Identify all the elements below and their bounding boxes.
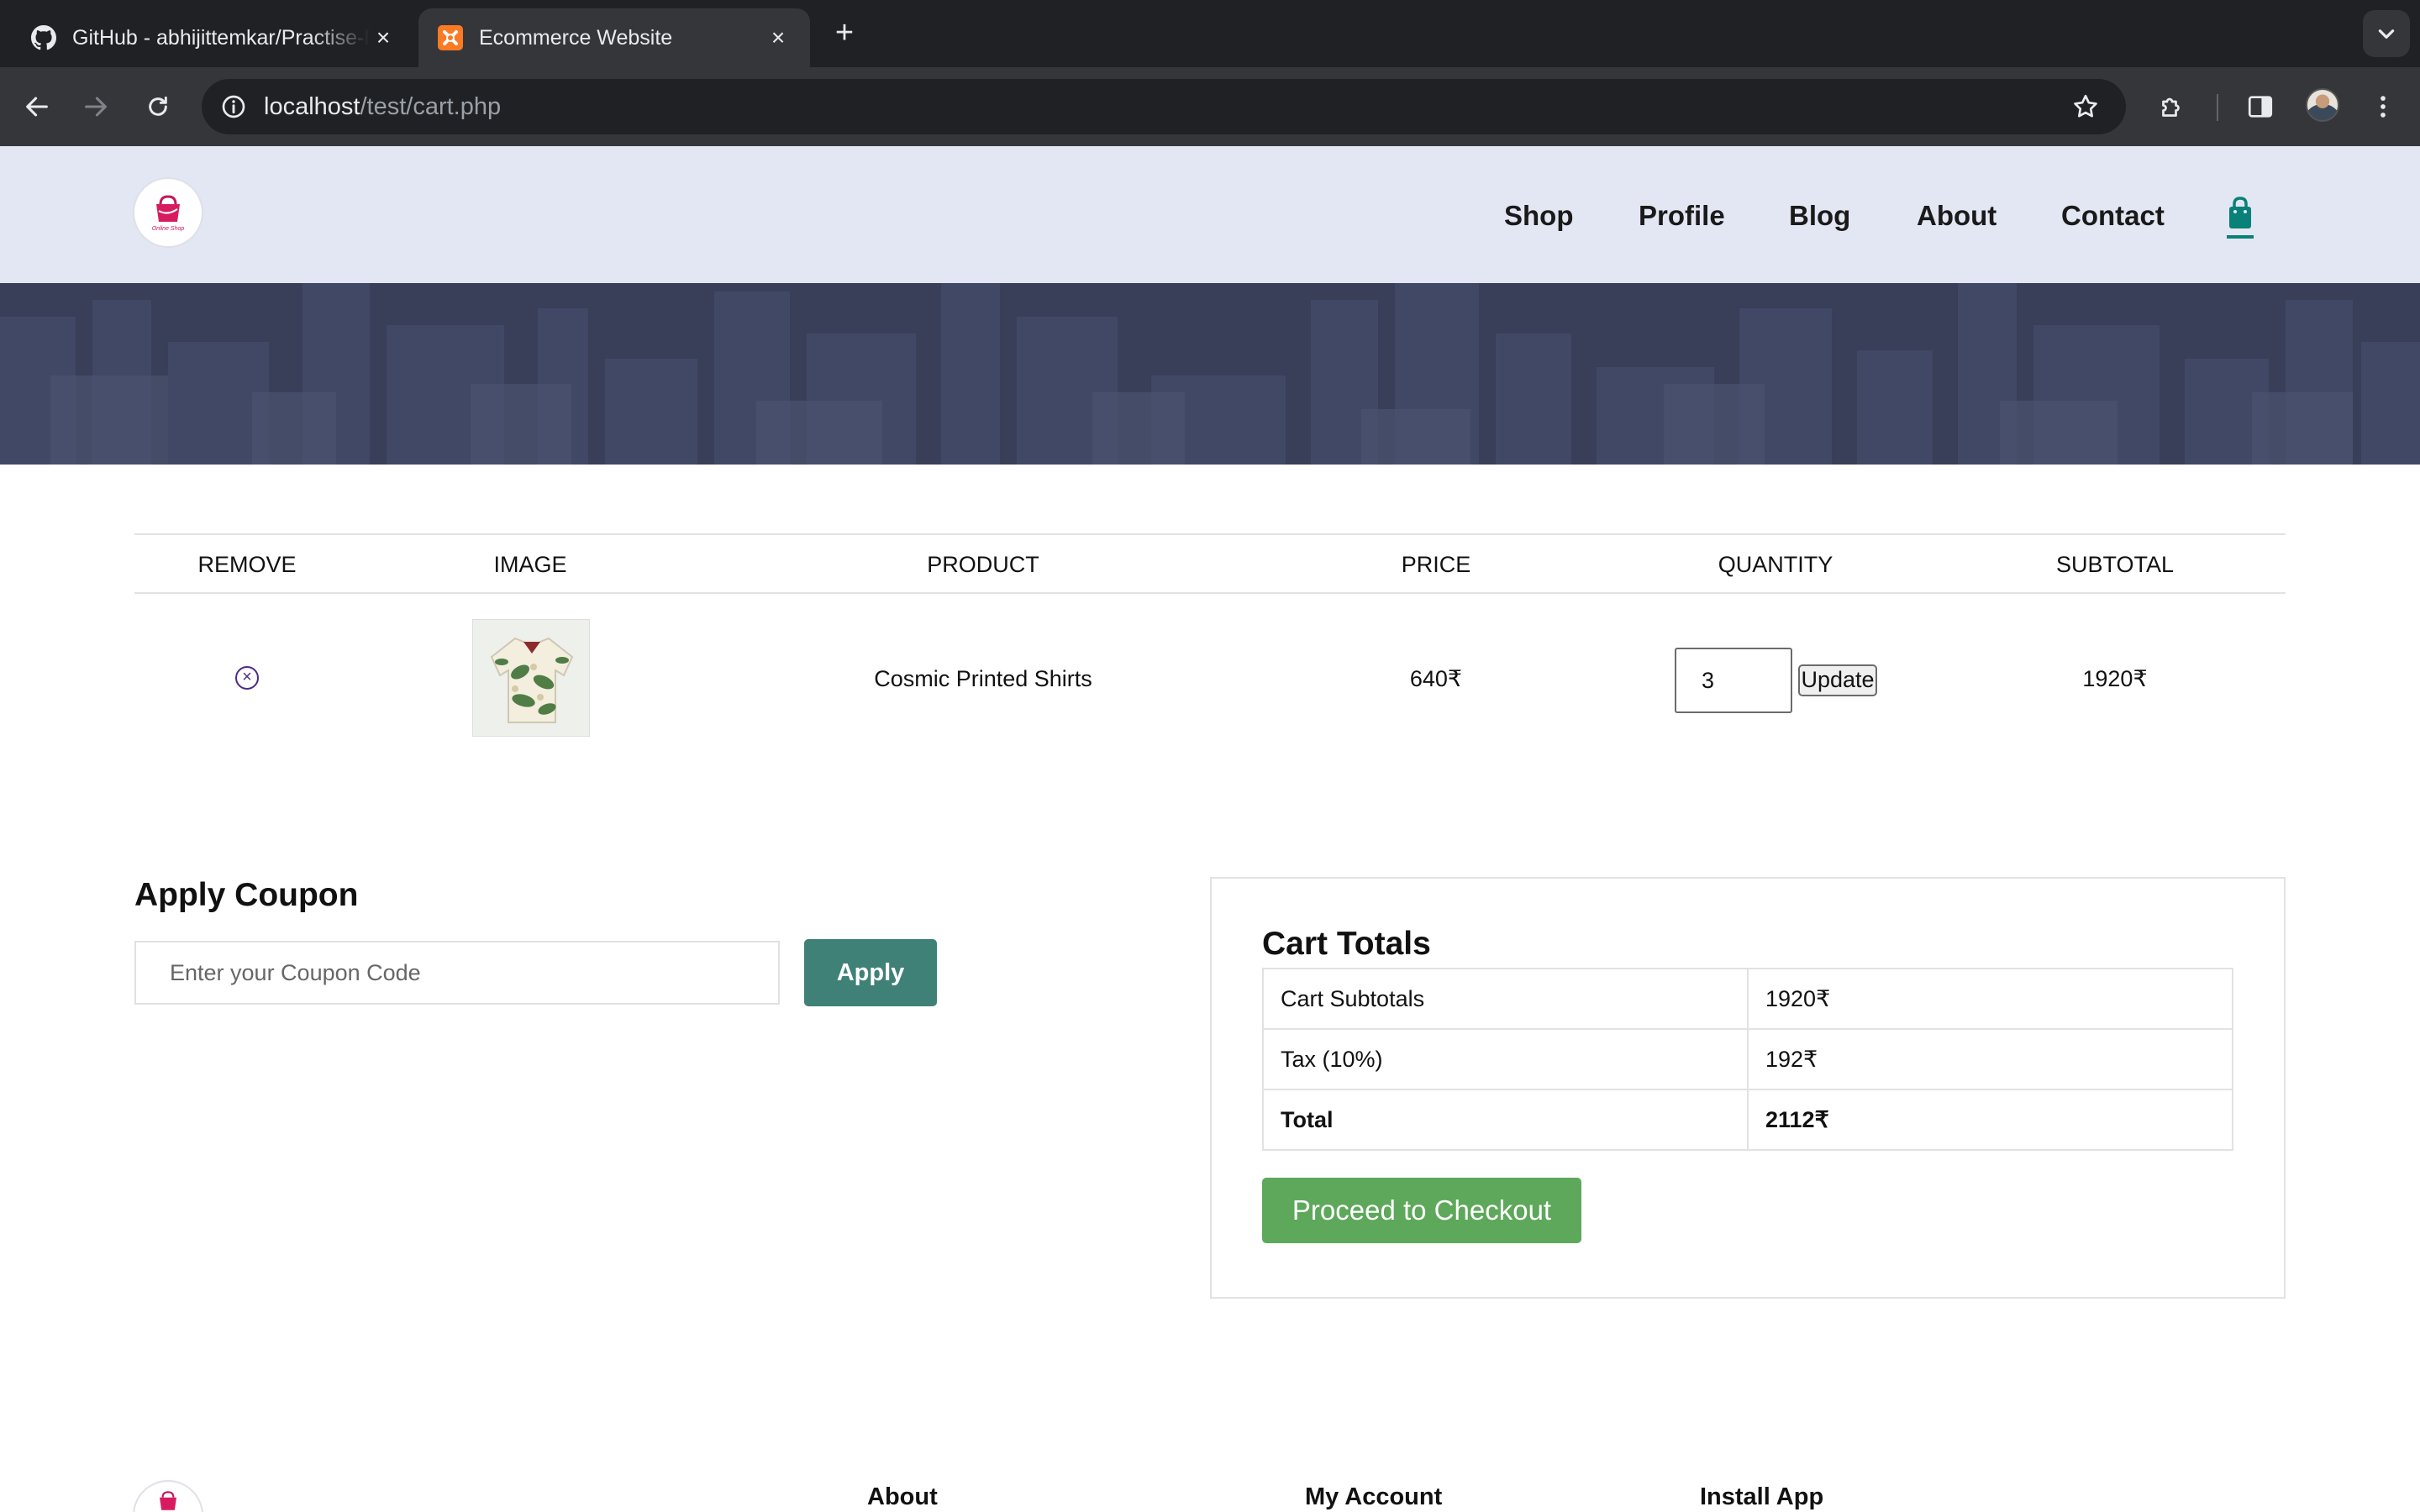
- profile-avatar[interactable]: [2306, 88, 2339, 122]
- totals-value: 192₹: [1747, 1028, 2233, 1090]
- reload-icon: [149, 96, 167, 116]
- update-button[interactable]: Update: [1798, 664, 1877, 696]
- new-tab-button[interactable]: +: [828, 17, 861, 50]
- github-icon: [30, 24, 57, 51]
- site-logo[interactable]: Online Shop: [134, 179, 202, 246]
- coupon-title: Apply Coupon: [134, 877, 359, 913]
- site-header: Online Shop Shop Profile Blog About Cont…: [0, 146, 2420, 283]
- close-icon[interactable]: ×: [370, 24, 397, 51]
- col-price: PRICE: [1401, 552, 1471, 577]
- side-panel-icon[interactable]: [2242, 88, 2279, 125]
- totals-label: Total: [1262, 1089, 1749, 1151]
- arrow-right-icon: [85, 97, 107, 117]
- coupon-input[interactable]: Enter your Coupon Code: [134, 941, 780, 1005]
- totals-label: Cart Subtotals: [1262, 968, 1749, 1030]
- nav-about[interactable]: About: [1917, 200, 1996, 232]
- cart-totals-table: Cart Subtotals 1920₹ Tax (10%) 192₹ Tota…: [1262, 968, 2233, 1151]
- proceed-to-checkout-button[interactable]: Proceed to Checkout: [1262, 1178, 1581, 1243]
- extensions-icon[interactable]: [2154, 88, 2191, 125]
- footer-heading-install-app: Install App: [1700, 1483, 1824, 1510]
- url-path: /test/cart.php: [360, 93, 502, 120]
- col-quantity: QUANTITY: [1718, 552, 1833, 577]
- footer-heading-my-account: My Account: [1305, 1483, 1443, 1510]
- city-skyline-image: [0, 283, 2420, 465]
- web-page: Online Shop Shop Profile Blog About Cont…: [0, 146, 2420, 1512]
- chevron-down-icon: [2378, 29, 2395, 39]
- arrow-left-icon: [26, 97, 48, 117]
- product-subtotal: 1920₹: [2082, 666, 2148, 691]
- tab-title: Ecommerce Website: [479, 25, 673, 50]
- close-icon[interactable]: ×: [765, 24, 792, 51]
- table-row: Total 2112₹: [1262, 1089, 2233, 1151]
- xampp-icon: [437, 24, 464, 51]
- browser-tab-bar: GitHub - abhijittemkar/Practise-Project …: [0, 0, 2420, 67]
- quantity-input[interactable]: 3: [1675, 648, 1792, 713]
- nav-contact[interactable]: Contact: [2061, 200, 2165, 232]
- col-image: IMAGE: [493, 552, 567, 577]
- shopping-bag-icon[interactable]: [2227, 195, 2254, 234]
- col-subtotal: SUBTOTAL: [2055, 552, 2175, 577]
- nav-blog[interactable]: Blog: [1789, 200, 1850, 232]
- apply-coupon-button[interactable]: Apply: [804, 939, 937, 1006]
- back-button[interactable]: [18, 88, 55, 125]
- toolbar-divider: [2217, 94, 2218, 121]
- nav-profile[interactable]: Profile: [1639, 200, 1725, 232]
- totals-value: 2112₹: [1747, 1089, 2233, 1151]
- product-name[interactable]: Cosmic Printed Shirts: [874, 666, 1092, 692]
- bookmark-star-icon[interactable]: [2067, 88, 2104, 125]
- footer-heading-about: About: [867, 1483, 938, 1510]
- product-image: [472, 619, 590, 737]
- product-price: 640₹: [1409, 666, 1463, 691]
- hero-banner: [0, 283, 2420, 465]
- col-product: PRODUCT: [927, 552, 1039, 577]
- nav-shop[interactable]: Shop: [1504, 200, 1573, 232]
- cart-totals-panel: Cart Totals Cart Subtotals 1920₹ Tax (10…: [1210, 877, 2286, 1299]
- table-row: Cart Subtotals 1920₹: [1262, 968, 2233, 1030]
- logo-text: Online Shop: [151, 225, 185, 232]
- footer-logo[interactable]: [134, 1482, 202, 1512]
- browser-toolbar: localhost/test/cart.php: [0, 67, 2420, 146]
- table-row: Tax (10%) 192₹: [1262, 1028, 2233, 1090]
- totals-label: Tax (10%): [1262, 1028, 1749, 1090]
- active-nav-underline: [2227, 235, 2254, 239]
- tab-title: GitHub - abhijittemkar/Practise-Project: [72, 25, 370, 50]
- address-bar[interactable]: localhost/test/cart.php: [202, 79, 2126, 134]
- totals-value: 1920₹: [1747, 968, 2233, 1030]
- cart-table-header: REMOVE IMAGE PRODUCT PRICE QUANTITY SUBT…: [134, 533, 2286, 594]
- shopping-bag-logo-icon: [160, 1491, 176, 1510]
- cart-totals-title: Cart Totals: [1262, 926, 1431, 962]
- tab-github[interactable]: GitHub - abhijittemkar/Practise-Project …: [12, 8, 415, 67]
- url-text: localhost/test/cart.php: [264, 93, 501, 121]
- more-vert-icon[interactable]: [2365, 88, 2402, 125]
- shopping-bag-logo-icon: [156, 194, 180, 222]
- tab-ecommerce[interactable]: Ecommerce Website ×: [418, 8, 810, 67]
- col-remove: REMOVE: [197, 552, 297, 577]
- forward-button[interactable]: [77, 88, 114, 125]
- tab-search-button[interactable]: [2363, 10, 2410, 57]
- info-icon[interactable]: [215, 88, 252, 125]
- url-host: localhost: [264, 93, 360, 120]
- remove-item-icon[interactable]: ×: [235, 666, 259, 690]
- reload-button[interactable]: [139, 88, 176, 125]
